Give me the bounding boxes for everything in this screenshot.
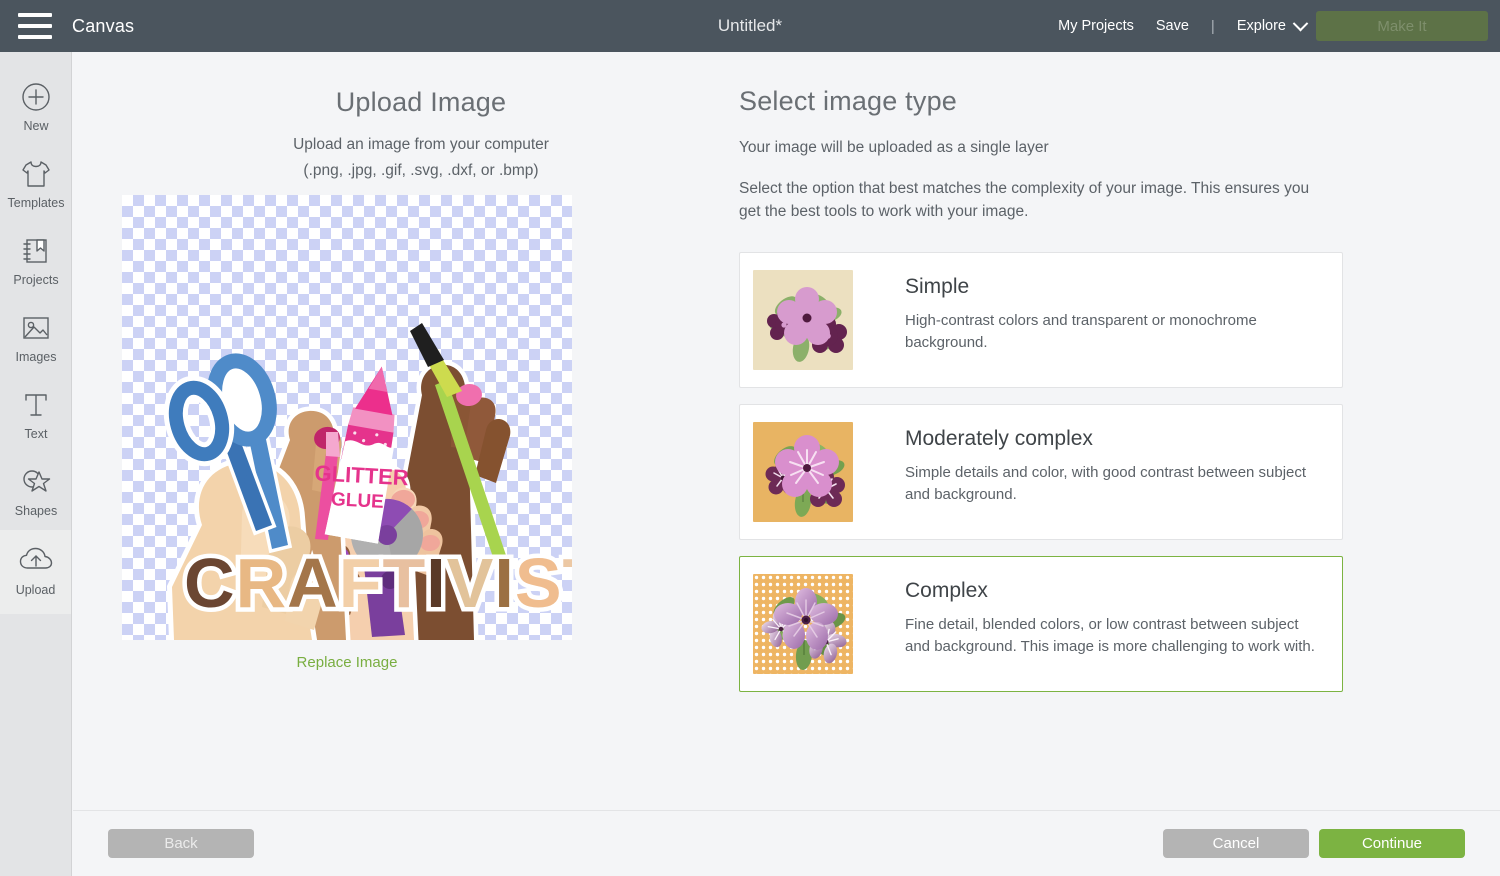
image-type-option-complex[interactable]: Complex Fine detail, blended colors, or … [739,556,1343,693]
sidebar-item-label: New [23,119,49,133]
sidebar-item-label: Shapes [14,504,58,518]
continue-button[interactable]: Continue [1319,829,1465,858]
back-button[interactable]: Back [108,829,254,858]
main-content: Upload Image Upload an image from your c… [73,52,1500,810]
option-title: Complex [905,579,988,603]
plus-circle-icon [21,80,51,114]
option-text: Moderately complex Simple details and co… [905,422,1322,520]
svg-text:GLUE: GLUE [330,489,384,513]
sidebar-item-shapes[interactable]: Shapes [0,453,72,530]
sidebar-primary-items: New Templates Projects Images Text Shape… [0,52,71,530]
craftivist-artwork: GLITTER GLUE CRAFTIVIST C CRAFTIVIS [163,323,572,640]
select-image-type-title: Select image type [739,86,958,116]
explore-label: Explore [1236,18,1286,34]
sidebar-item-upload[interactable]: Upload [0,530,71,614]
top-toolbar: Canvas Untitled* My Projects Save | Expl… [0,0,1500,52]
upload-image-panel: Upload Image Upload an image from your c… [121,52,721,671]
picture-icon [20,311,52,345]
shapes-star-icon [20,465,52,499]
single-layer-note: Your image will be uploaded as a single … [739,139,1049,156]
sidebar-item-new[interactable]: New [0,68,72,145]
option-description: Fine detail, blended colors, or low cont… [905,616,1315,655]
option-title: Simple [905,275,970,299]
uploaded-image-preview[interactable]: GLITTER GLUE CRAFTIVIST C CRAFTIVIS [122,195,572,640]
option-title: Moderately complex [905,427,1093,451]
moderately-complex-flower-thumbnail [753,422,853,523]
cloud-upload-icon [18,547,54,578]
tshirt-icon [20,157,52,191]
image-type-option-simple[interactable]: Simple High-contrast colors and transpar… [739,252,1343,389]
simple-flower-thumbnail [753,270,853,371]
make-it-button[interactable]: Make It [1316,11,1488,41]
select-image-type-panel: Select image type Your image will be upl… [739,52,1359,708]
topbar-actions: My Projects Save | Explore Make It [1058,11,1500,41]
image-type-instructions: Select the option that best matches the … [739,180,1310,221]
image-type-options: Simple High-contrast colors and transpar… [739,252,1359,693]
explore-dropdown[interactable]: Explore [1236,15,1309,34]
svg-text:CRAFTIVIST: CRAFTIVIST [184,544,572,622]
replace-image-link[interactable]: Replace Image [122,654,572,671]
option-description: High-contrast colors and transparent or … [905,312,1257,351]
sidebar-item-text[interactable]: Text [0,376,72,453]
sidebar-item-label: Projects [13,273,59,287]
option-text: Complex Fine detail, blended colors, or … [905,574,1322,672]
upload-panel-formats: (.png, .jpg, .gif, .svg, .dxf, or .bmp) [303,162,539,179]
footer-action-bar: Back Cancel Continue [73,810,1500,876]
sidebar-item-projects[interactable]: Projects [0,222,72,299]
image-type-option-moderately-complex[interactable]: Moderately complex Simple details and co… [739,404,1343,541]
toolbar-separator: | [1210,17,1215,35]
upload-panel-title: Upload Image [335,87,507,117]
sidebar-item-label: Upload [15,583,56,597]
notebook-bookmark-icon [21,234,51,268]
sidebar-item-label: Images [15,350,57,364]
option-description: Simple details and color, with good cont… [905,464,1307,503]
chevron-down-icon [1292,15,1309,31]
sidebar-item-images[interactable]: Images [0,299,72,376]
my-projects-link[interactable]: My Projects [1058,18,1134,34]
sidebar-item-label: Templates [7,196,65,210]
left-sidebar: New Templates Projects Images Text Shape… [0,52,72,876]
text-t-icon [22,388,50,422]
complex-flower-thumbnail [753,574,853,675]
svg-text:GLITTER: GLITTER [314,460,409,490]
upload-panel-subtitle: Upload an image from your computer [293,136,549,153]
option-text: Simple High-contrast colors and transpar… [905,270,1322,368]
sidebar-item-templates[interactable]: Templates [0,145,72,222]
cancel-button[interactable]: Cancel [1163,829,1309,858]
canvas-label: Canvas [72,15,135,36]
hamburger-menu-icon[interactable] [18,13,52,39]
save-button[interactable]: Save [1156,18,1189,34]
sidebar-item-label: Text [24,427,48,441]
